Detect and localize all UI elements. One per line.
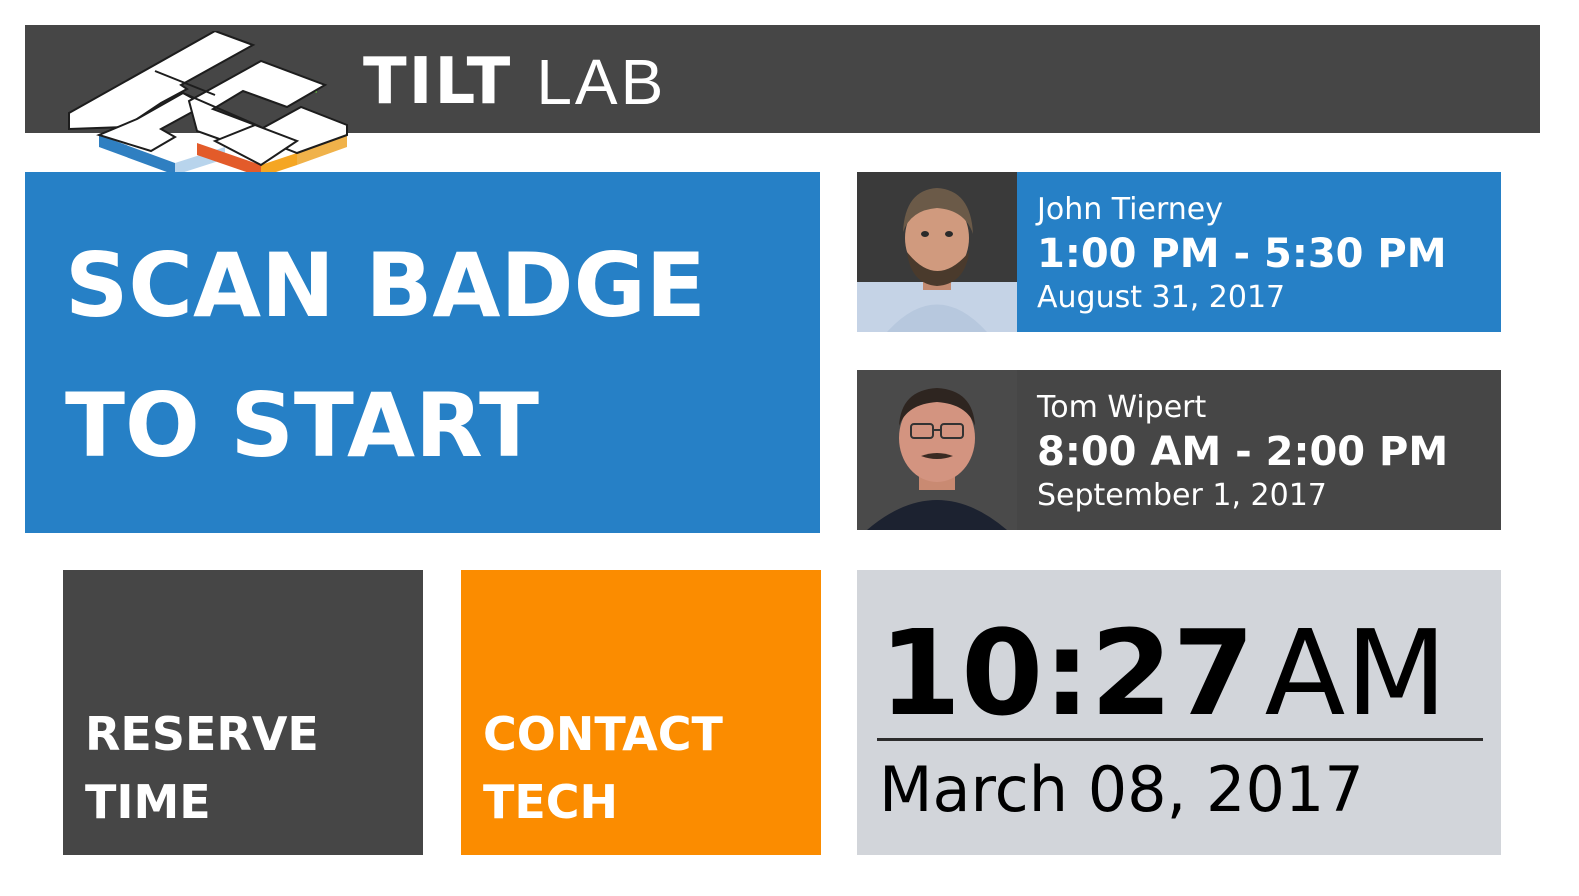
scan-line-2: TO START (65, 374, 539, 477)
reserve-time-label: RESERVE TIME (85, 700, 319, 836)
brand-wordmark: TILT LAB (363, 45, 666, 119)
contact-tech-label: CONTACT TECH (483, 700, 723, 836)
reserve-line-1: RESERVE (85, 707, 319, 761)
tech-photo-john-tierney (857, 172, 1017, 332)
contact-tech-button[interactable]: CONTACT TECH (461, 570, 821, 855)
scan-line-1: SCAN BADGE (65, 234, 706, 337)
tech-card-john-tierney[interactable]: John Tierney 1:00 PM - 5:30 PM August 31… (857, 172, 1501, 332)
brand-light-text: LAB (536, 46, 667, 118)
scan-badge-tile[interactable]: SCAN BADGE TO START (25, 172, 820, 533)
tech-name: Tom Wipert (1037, 390, 1207, 425)
contact-line-2: TECH (483, 775, 619, 829)
clock-time-value: 10:27 (879, 604, 1255, 742)
clock-time: 10:27AM (879, 608, 1447, 738)
clock-date: March 08, 2017 (879, 753, 1364, 826)
header-bar: TILT LAB (25, 25, 1540, 177)
clock-ampm: AM (1264, 604, 1448, 742)
tilt-lab-logo-icon (68, 31, 348, 177)
reserve-time-button[interactable]: RESERVE TIME (63, 570, 423, 855)
tech-card-tom-wipert[interactable]: Tom Wipert 8:00 AM - 2:00 PM September 1… (857, 370, 1501, 530)
tech-info: John Tierney 1:00 PM - 5:30 PM August 31… (1037, 190, 1447, 318)
tech-shift-time: 8:00 AM - 2:00 PM (1037, 429, 1449, 475)
tech-photo-tom-wipert (857, 370, 1017, 530)
reserve-line-2: TIME (85, 775, 211, 829)
tech-shift-time: 1:00 PM - 5:30 PM (1037, 231, 1447, 277)
clock-panel: 10:27AM March 08, 2017 (857, 570, 1501, 855)
contact-line-1: CONTACT (483, 707, 723, 761)
tech-shift-date: August 31, 2017 (1037, 280, 1286, 315)
clock-divider (877, 738, 1483, 741)
tech-name: John Tierney (1037, 192, 1223, 227)
tech-shift-date: September 1, 2017 (1037, 478, 1327, 513)
tech-info: Tom Wipert 8:00 AM - 2:00 PM September 1… (1037, 388, 1448, 516)
brand-bold-text: TILT (363, 45, 513, 119)
